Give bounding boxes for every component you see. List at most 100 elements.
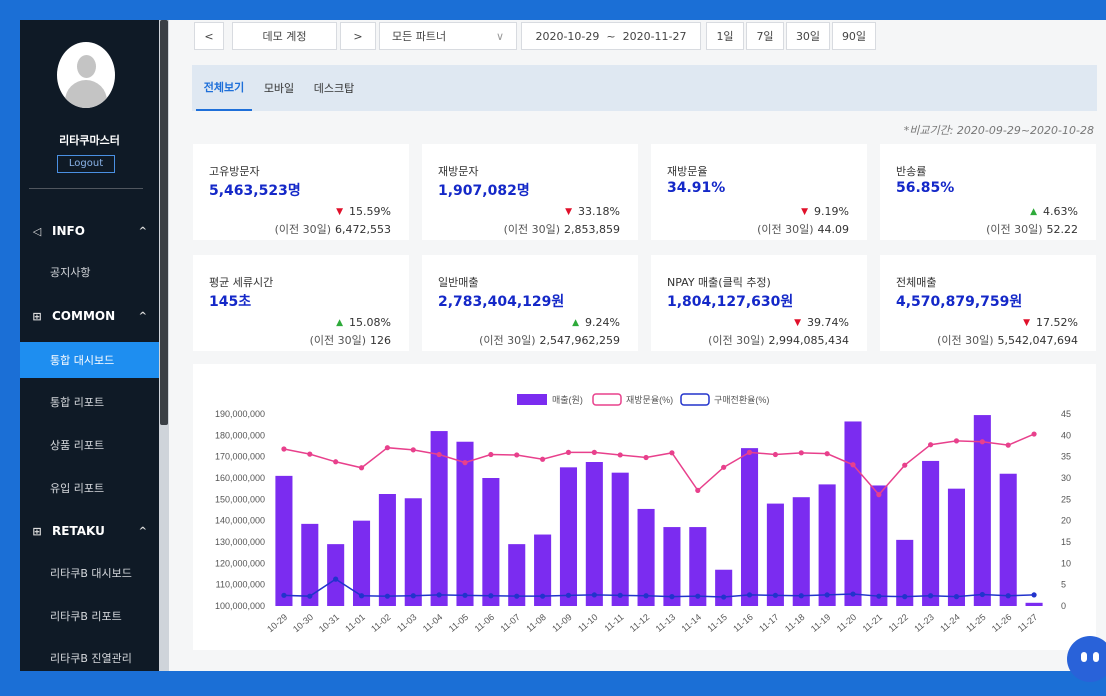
sidebar-item-label: 상품 리포트 bbox=[50, 439, 105, 452]
x-tick-label: 10-30 bbox=[291, 612, 315, 634]
kpi-previous-value: 2,853,859 bbox=[564, 223, 620, 236]
prev-account-button[interactable]: < bbox=[194, 22, 224, 50]
revenue-bar bbox=[1025, 602, 1043, 606]
conversion-rate-point bbox=[410, 593, 416, 599]
tab-all[interactable]: 전체보기 bbox=[196, 65, 252, 111]
period-1d-button[interactable]: 1일 bbox=[706, 22, 744, 50]
grid-icon: ⊞ bbox=[32, 309, 42, 323]
sidebar-item-label: 유입 리포트 bbox=[50, 482, 105, 495]
chevron-up-icon: ^ bbox=[138, 525, 147, 537]
kpi-previous-value: 126 bbox=[370, 334, 391, 347]
period-label: 1일 bbox=[716, 30, 734, 43]
conversion-rate-point bbox=[488, 593, 494, 599]
legend-swatch-revisit bbox=[592, 393, 622, 406]
tab-desktop[interactable]: 데스크탑 bbox=[307, 65, 361, 111]
period-30d-button[interactable]: 30일 bbox=[786, 22, 830, 50]
partner-select[interactable]: 모든 파트너 ∨ bbox=[379, 22, 517, 50]
sidebar-divider bbox=[29, 188, 143, 189]
tab-mobile[interactable]: 모바일 bbox=[258, 65, 300, 111]
x-tick-label: 11-27 bbox=[1016, 612, 1040, 634]
kpi-value: 5,463,523명 bbox=[209, 183, 301, 199]
kpi-value: 1,907,082명 bbox=[438, 183, 530, 199]
revenue-bar bbox=[999, 473, 1017, 606]
x-tick-label: 11-09 bbox=[550, 612, 574, 634]
kpi-card-revisit-rate: 재방문율 34.91% ▼ 9.19% (이전 30일) 44.09 bbox=[651, 144, 867, 240]
kpi-change-value: 9.19% bbox=[814, 205, 849, 218]
revisit-rate-point bbox=[540, 456, 546, 462]
period-90d-button[interactable]: 90일 bbox=[832, 22, 876, 50]
chevron-up-icon: ^ bbox=[138, 310, 147, 322]
kpi-previous-value: 5,542,047,694 bbox=[997, 334, 1078, 347]
kpi-change-value: 15.08% bbox=[349, 316, 391, 329]
conversion-rate-point bbox=[772, 592, 779, 598]
avatar-head-shape bbox=[77, 55, 96, 78]
sidebar-section-common[interactable]: ⊞ COMMON ^ bbox=[20, 296, 159, 336]
chat-widget-button[interactable] bbox=[1067, 636, 1106, 682]
kpi-value: 4,570,879,759원 bbox=[896, 294, 1023, 310]
x-tick-label: 10-29 bbox=[265, 612, 289, 634]
revisit-rate-point bbox=[591, 449, 597, 455]
avatar-body-shape bbox=[65, 80, 107, 108]
revenue-bar bbox=[559, 467, 578, 606]
next-account-button[interactable]: > bbox=[340, 22, 376, 50]
logout-button[interactable]: Logout bbox=[57, 155, 115, 173]
sidebar-item-notice[interactable]: 공지사항 bbox=[20, 254, 159, 290]
revenue-bar bbox=[327, 544, 345, 606]
y-tick-label: 150,000,000 bbox=[215, 494, 265, 504]
partner-select-value: 모든 파트너 bbox=[392, 30, 447, 43]
sidebar-item-inflow-report[interactable]: 유입 리포트 bbox=[20, 470, 159, 506]
y-tick-label: 180,000,000 bbox=[215, 430, 265, 440]
revisit-rate-point bbox=[772, 451, 779, 458]
kpi-change: ▼ 33.18% bbox=[565, 205, 620, 218]
sidebar-section-retaku[interactable]: ⊞ RETAKU ^ bbox=[20, 511, 159, 551]
kpi-previous: (이전 30일) 2,994,085,434 bbox=[708, 332, 849, 348]
triangle-down-icon: ▼ bbox=[801, 206, 809, 217]
triangle-up-icon: ▲ bbox=[336, 317, 344, 328]
revenue-bar bbox=[637, 508, 655, 606]
revisit-rate-point bbox=[643, 454, 649, 461]
x-tick-label: 11-06 bbox=[473, 612, 497, 634]
device-tabs: 전체보기 모바일 데스크탑 bbox=[192, 65, 1097, 111]
sidebar-scrollbar[interactable] bbox=[159, 20, 169, 671]
sidebar-item-retakub-display[interactable]: 리타쿠B 진열관리 bbox=[20, 640, 159, 671]
sidebar-section-info[interactable]: ◁ INFO ^ bbox=[20, 211, 159, 251]
revisit-rate-point bbox=[953, 438, 960, 444]
kpi-previous-value: 2,547,962,259 bbox=[539, 334, 620, 347]
revisit-rate-point bbox=[1031, 431, 1037, 437]
revisit-rate-point bbox=[617, 452, 623, 458]
period-7d-button[interactable]: 7일 bbox=[746, 22, 784, 50]
conversion-rate-point bbox=[824, 592, 830, 598]
revenue-bar bbox=[792, 497, 810, 606]
sidebar-item-integrated-dashboard[interactable]: 통합 대시보드 bbox=[20, 342, 159, 378]
kpi-change: ▼ 15.59% bbox=[336, 205, 391, 218]
revenue-bar bbox=[844, 421, 862, 606]
kpi-card-total-sales: 전체매출 4,570,879,759원 ▼ 17.52% (이전 30일) 5,542,0… bbox=[880, 255, 1096, 351]
conversion-rate-point bbox=[591, 592, 597, 598]
y-tick-label: 100,000,000 bbox=[215, 601, 265, 611]
conversion-rate-point bbox=[643, 593, 649, 599]
account-selector[interactable]: 데모 계정 bbox=[232, 22, 337, 50]
conversion-rate-point bbox=[540, 593, 546, 599]
sidebar-item-retakub-dashboard[interactable]: 리타쿠B 대시보드 bbox=[20, 555, 159, 591]
revenue-bar bbox=[430, 431, 448, 606]
x-tick-label: 11-13 bbox=[654, 612, 678, 634]
scrollbar-thumb[interactable] bbox=[160, 20, 168, 425]
kpi-previous: (이전 30일) 52.22 bbox=[986, 221, 1078, 237]
sidebar-item-label: 통합 리포트 bbox=[50, 396, 105, 409]
combo-chart: 100,000,000 110,000,000 120,000,000 130,000… bbox=[215, 393, 1071, 634]
kpi-previous-value: 2,994,085,434 bbox=[768, 334, 849, 347]
revisit-rate-point bbox=[695, 487, 701, 493]
kpi-previous-label: (이전 30일) bbox=[757, 223, 814, 236]
date-range-picker[interactable]: 2020-10-29 ~ 2020-11-27 bbox=[521, 22, 701, 50]
sidebar-item-retakub-report[interactable]: 리타쿠B 리포트 bbox=[20, 598, 159, 634]
revisit-rate-point bbox=[721, 464, 727, 470]
sidebar-item-product-report[interactable]: 상품 리포트 bbox=[20, 427, 159, 463]
kpi-change-value: 33.18% bbox=[578, 205, 620, 218]
x-tick-label: 11-20 bbox=[835, 612, 859, 634]
kpi-previous-label: (이전 30일) bbox=[309, 334, 366, 347]
y-tick-label: 130,000,000 bbox=[215, 537, 265, 547]
sidebar-item-integrated-report[interactable]: 통합 리포트 bbox=[20, 384, 159, 420]
legend-swatch-conversion bbox=[680, 393, 710, 406]
conversion-rate-point bbox=[307, 593, 313, 599]
conversion-rate-point bbox=[514, 593, 520, 599]
